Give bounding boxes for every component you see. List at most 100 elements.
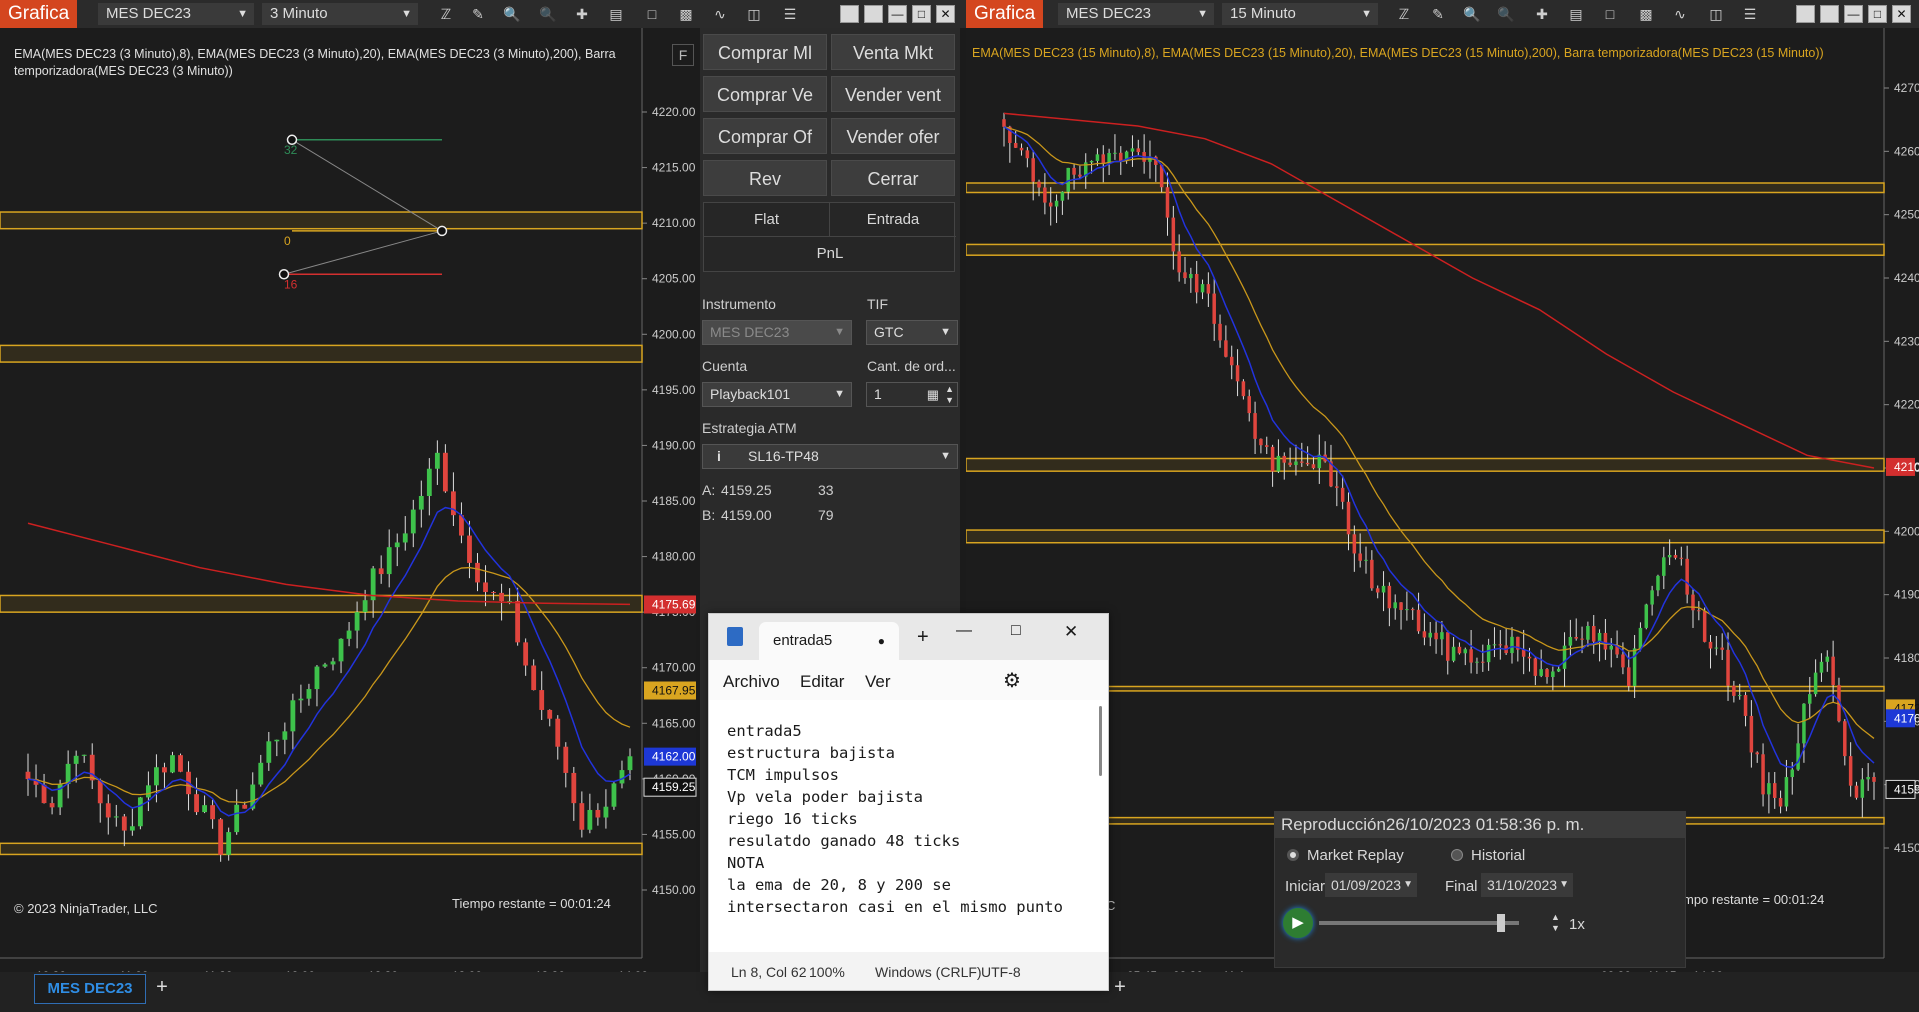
account-select[interactable]: Playback101 ▼ bbox=[702, 382, 852, 407]
tab-mes-dec23[interactable]: MES DEC23 bbox=[34, 974, 146, 1004]
notepad-line: TCM impulsos bbox=[727, 766, 839, 784]
templates-icon[interactable]: □ bbox=[642, 4, 662, 24]
zoom-in-icon[interactable]: 🔍 bbox=[502, 4, 522, 24]
minimize-icon[interactable]: — bbox=[1844, 5, 1863, 23]
menu-archivo[interactable]: Archivo bbox=[723, 672, 780, 692]
instrument-link-icon[interactable]: ◫ bbox=[1706, 4, 1726, 24]
maximize-icon[interactable]: □ bbox=[1868, 5, 1887, 23]
bar-type-icon[interactable]: ℤ bbox=[1394, 4, 1414, 24]
price-tick-label: 4215.00 bbox=[652, 161, 696, 175]
buy-bid-button[interactable]: Comprar Of bbox=[703, 118, 827, 154]
drawing-tool-icon[interactable]: ✎ bbox=[468, 4, 488, 24]
candle-body bbox=[137, 797, 143, 827]
candle-body bbox=[154, 767, 159, 786]
entrada-label: Entrada bbox=[830, 203, 956, 237]
f-button[interactable]: F bbox=[672, 44, 694, 66]
ema8-line bbox=[27, 506, 631, 817]
strategies-icon[interactable]: ∿ bbox=[1670, 4, 1690, 24]
crosshair-icon[interactable]: ✚ bbox=[1532, 4, 1552, 24]
candle-body bbox=[1872, 776, 1876, 782]
speed-slider[interactable] bbox=[1319, 921, 1519, 925]
candle-body bbox=[1609, 645, 1613, 650]
candle-body bbox=[1831, 656, 1835, 686]
strategies-icon[interactable]: ∿ bbox=[710, 4, 730, 24]
menu-ver[interactable]: Ver bbox=[865, 672, 891, 692]
atm-strategy-select[interactable]: i SL16-TP48 ▼ bbox=[702, 444, 958, 469]
spinner-icon[interactable]: ▲ ▼ bbox=[945, 384, 954, 406]
candle-body bbox=[1235, 365, 1240, 382]
end-date-select[interactable]: 31/10/2023 ▼ bbox=[1481, 873, 1573, 897]
notepad-menu: Archivo Editar Ver ⚙ bbox=[709, 660, 1108, 700]
pin-icon[interactable] bbox=[864, 5, 883, 23]
instrument-select[interactable]: MES DEC23 ▼ bbox=[702, 320, 852, 345]
candle-body bbox=[1662, 557, 1666, 576]
settings-gear-icon[interactable]: ⚙ bbox=[1003, 668, 1021, 693]
instrument-link-icon[interactable]: ◫ bbox=[744, 4, 764, 24]
properties-icon[interactable]: ▤ bbox=[1566, 4, 1586, 24]
bar-type-icon[interactable]: ℤ bbox=[436, 4, 456, 24]
right-chart-label[interactable]: Grafica bbox=[966, 0, 1044, 28]
reverse-button[interactable]: Rev bbox=[703, 160, 827, 196]
drawing-tool-icon[interactable]: ✎ bbox=[1428, 4, 1448, 24]
right-instrument-select[interactable]: MES DEC23 ▼ bbox=[1058, 3, 1214, 25]
left-chart[interactable]: 4220.00 4215.00 4210.00 4205.00 4200.00 4195.… bbox=[0, 28, 700, 972]
menu-editar[interactable]: Editar bbox=[800, 672, 844, 692]
price-tick-label: 4220.00 bbox=[652, 105, 696, 119]
tile-icon[interactable] bbox=[840, 5, 859, 23]
notepad-tab[interactable]: entrada5 ● bbox=[759, 622, 899, 660]
market-replay-radio[interactable] bbox=[1287, 849, 1299, 861]
sell-bid-button[interactable]: Vender ofer bbox=[831, 118, 955, 154]
speed-spinner-icon[interactable]: ▲ ▼ bbox=[1551, 912, 1560, 934]
new-tab-button[interactable]: + bbox=[917, 626, 929, 649]
minimize-icon[interactable]: — bbox=[956, 622, 972, 640]
candle-body bbox=[1440, 632, 1444, 640]
sell-market-button[interactable]: Venta Mkt bbox=[831, 34, 955, 70]
candle-body bbox=[547, 709, 553, 719]
sell-ask-button[interactable]: Vender vent bbox=[831, 76, 955, 112]
start-date-select[interactable]: 01/09/2023 ▼ bbox=[1325, 873, 1417, 897]
buy-market-button[interactable]: Comprar Ml bbox=[703, 34, 827, 70]
left-interval-select[interactable]: 3 Minuto ▼ bbox=[262, 3, 418, 25]
crosshair-icon[interactable]: ✚ bbox=[572, 4, 592, 24]
candle-body bbox=[97, 780, 103, 804]
candle-body bbox=[1095, 154, 1100, 161]
info-icon[interactable]: i bbox=[717, 445, 721, 468]
tile-icon[interactable] bbox=[1796, 5, 1815, 23]
zoom-out-icon[interactable]: 🔍 bbox=[1496, 4, 1516, 24]
tif-select[interactable]: GTC ▼ bbox=[866, 320, 958, 345]
left-chart-canvas[interactable]: 4220.00 4215.00 4210.00 4205.00 4200.00 4195.… bbox=[0, 28, 700, 972]
pin-icon[interactable] bbox=[1820, 5, 1839, 23]
minimize-icon[interactable]: — bbox=[888, 5, 907, 23]
close-icon[interactable]: ✕ bbox=[936, 5, 955, 23]
quantity-stepper[interactable]: 1 ▦ ▲ ▼ bbox=[866, 382, 958, 407]
historial-radio[interactable] bbox=[1451, 849, 1463, 861]
candle-body bbox=[266, 741, 272, 763]
maximize-icon[interactable]: □ bbox=[1011, 622, 1021, 640]
left-chart-label[interactable]: Grafica bbox=[0, 0, 78, 28]
candle-body bbox=[1340, 487, 1345, 502]
templates-icon[interactable]: □ bbox=[1600, 4, 1620, 24]
notepad-text-area[interactable]: entrada5 estructura bajista TCM impulsos Vp… bbox=[709, 700, 1108, 952]
zoom-in-icon[interactable]: 🔍 bbox=[1462, 4, 1482, 24]
close-icon[interactable]: ✕ bbox=[1892, 5, 1911, 23]
list-icon[interactable]: ☰ bbox=[1740, 4, 1760, 24]
properties-icon[interactable]: ▤ bbox=[606, 4, 626, 24]
indicators-icon[interactable]: ▩ bbox=[676, 4, 696, 24]
calculator-icon[interactable]: ▦ bbox=[927, 383, 939, 406]
play-icon[interactable]: ▶ bbox=[1283, 908, 1313, 938]
right-interval-select[interactable]: 15 Minuto ▼ bbox=[1222, 3, 1378, 25]
notepad-scrollbar[interactable] bbox=[1099, 706, 1102, 776]
close-position-button[interactable]: Cerrar bbox=[831, 160, 955, 196]
close-icon[interactable]: ✕ bbox=[1064, 622, 1078, 642]
maximize-icon[interactable]: □ bbox=[912, 5, 931, 23]
buy-ask-button[interactable]: Comprar Ve bbox=[703, 76, 827, 112]
price-badge-label: 4175.69 bbox=[652, 597, 696, 611]
indicators-icon[interactable]: ▩ bbox=[1636, 4, 1656, 24]
zoom-out-icon[interactable]: 🔍 bbox=[538, 4, 558, 24]
speed-slider-handle[interactable] bbox=[1497, 914, 1505, 932]
list-icon[interactable]: ☰ bbox=[780, 4, 800, 24]
add-tab-button[interactable]: + bbox=[1108, 976, 1132, 1002]
add-tab-button[interactable]: + bbox=[150, 976, 174, 1002]
left-instrument-select[interactable]: MES DEC23 ▼ bbox=[98, 3, 254, 25]
candle-body bbox=[1486, 644, 1491, 663]
